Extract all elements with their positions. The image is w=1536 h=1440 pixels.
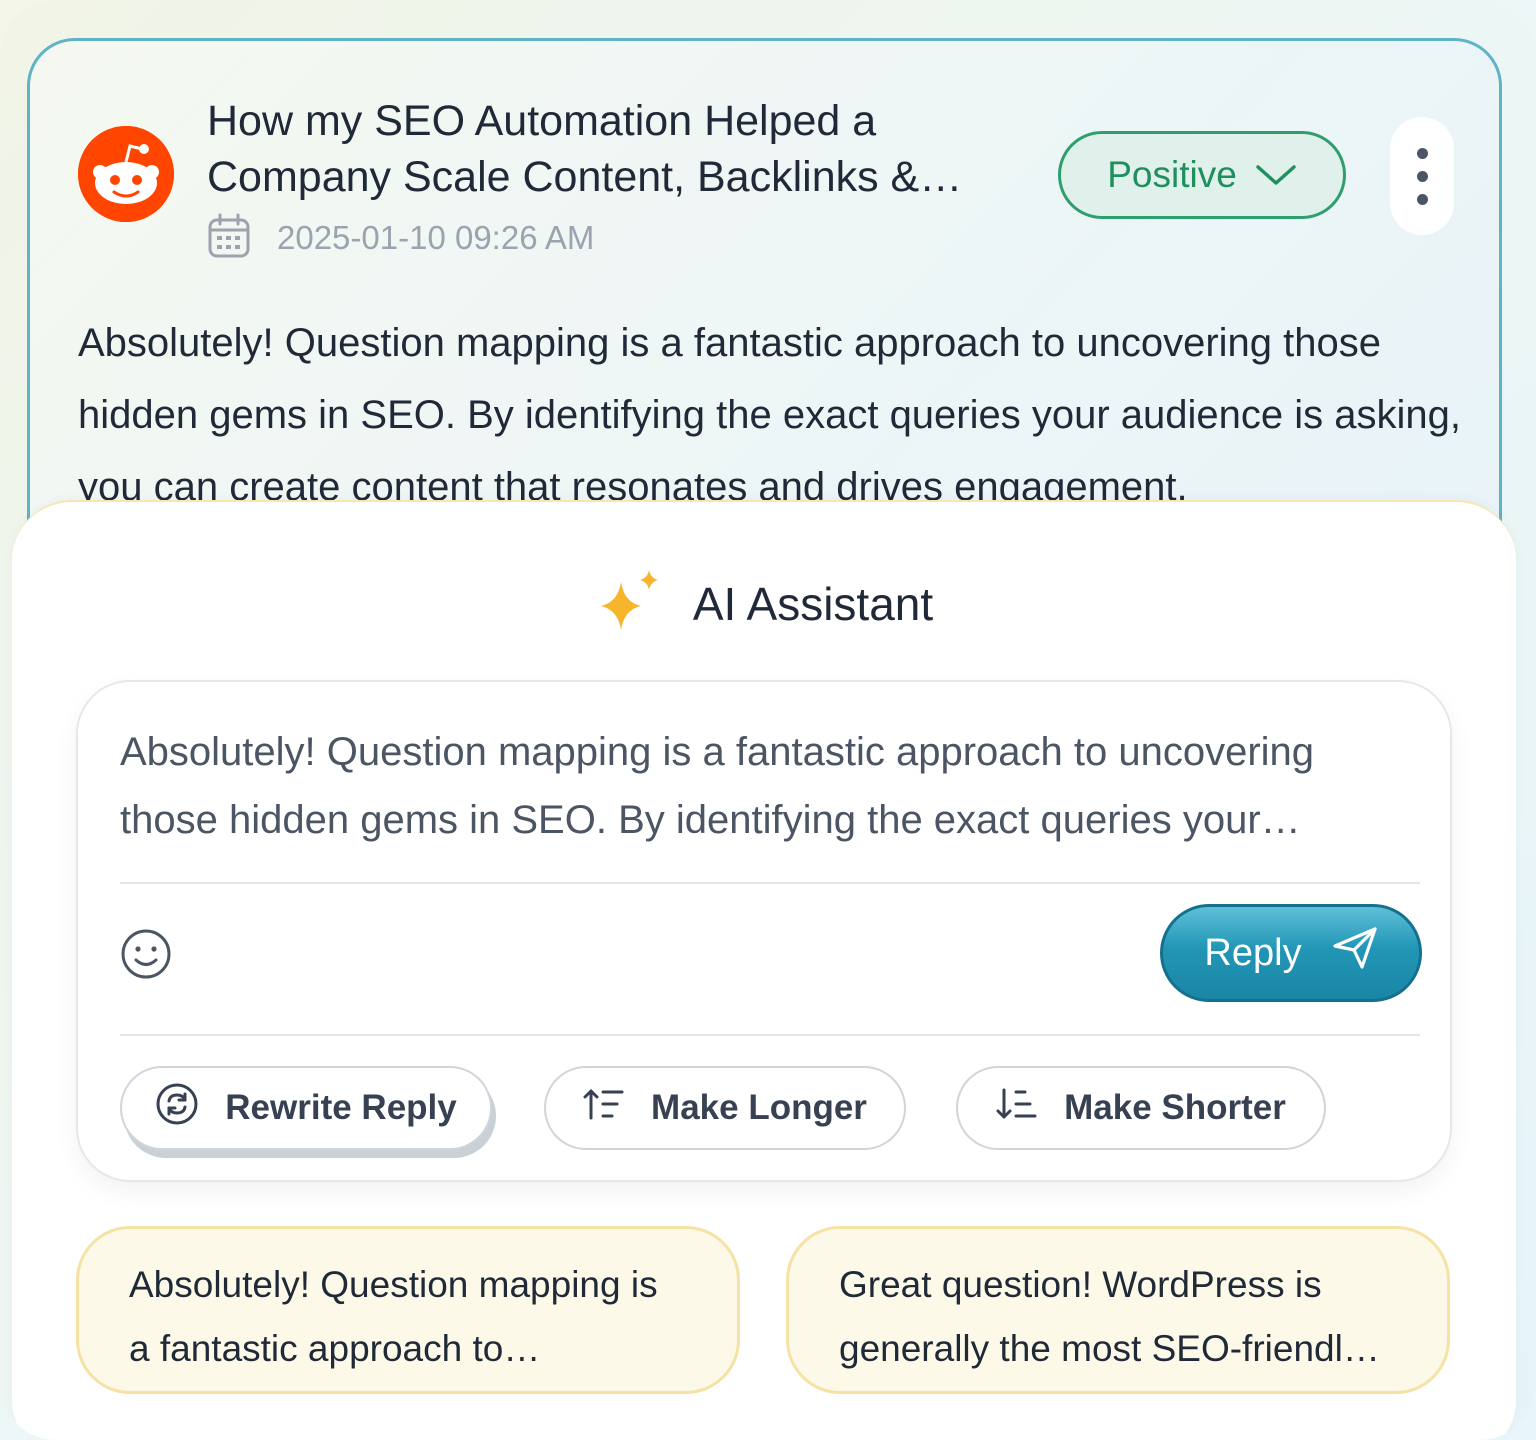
make-shorter-button[interactable]: Make Shorter — [956, 1066, 1326, 1150]
suggestion-text: Great question! WordPress is generally t… — [839, 1264, 1362, 1369]
post-date-row: 2025-01-10 09:26 AM — [207, 213, 594, 263]
more-dot — [1416, 170, 1428, 182]
divider — [120, 882, 1420, 884]
suggestion-card[interactable]: Great question! WordPress is generally t… — [786, 1226, 1450, 1394]
sentiment-dropdown[interactable]: Positive — [1058, 131, 1346, 219]
make-longer-label: Make Longer — [651, 1088, 867, 1127]
more-options-button[interactable] — [1390, 117, 1454, 235]
divider — [120, 1034, 1420, 1036]
rewrite-reply-button[interactable]: Rewrite Reply — [120, 1066, 492, 1150]
send-icon — [1332, 926, 1378, 980]
more-dot — [1416, 147, 1428, 159]
post-body: Absolutely! Question mapping is a fantas… — [78, 321, 1462, 509]
chevron-down-icon — [1255, 154, 1297, 196]
rewrite-icon — [155, 1082, 199, 1135]
sentiment-label: Positive — [1107, 154, 1237, 195]
rewrite-reply-label: Rewrite Reply — [225, 1088, 457, 1127]
app-frame: How my SEO Automation Helped a Company S… — [0, 0, 1536, 1440]
reply-editor: Absolutely! Question mapping is a fantas… — [76, 680, 1452, 1182]
suggestion-text: Absolutely! Question mapping is a fantas… — [129, 1264, 658, 1369]
sort-ascending-icon — [583, 1087, 625, 1130]
sort-descending-icon — [996, 1087, 1038, 1130]
reply-button-label: Reply — [1204, 931, 1302, 974]
ai-assistant-panel: AI Assistant Absolutely! Question mappin… — [12, 500, 1516, 1440]
ai-assistant-title: AI Assistant — [692, 578, 934, 630]
reply-textarea[interactable]: Absolutely! Question mapping is a fantas… — [120, 718, 1420, 854]
ai-assistant-header: AI Assistant — [12, 564, 1516, 644]
make-longer-button[interactable]: Make Longer — [544, 1066, 906, 1150]
more-dot — [1416, 193, 1428, 205]
reddit-icon — [78, 126, 174, 222]
post-date: 2025-01-10 09:26 AM — [277, 219, 595, 256]
calendar-icon — [207, 212, 251, 265]
make-shorter-label: Make Shorter — [1064, 1088, 1286, 1127]
emoji-icon[interactable] — [120, 928, 172, 980]
post-title[interactable]: How my SEO Automation Helped a Company S… — [207, 93, 1037, 205]
reply-button[interactable]: Reply — [1160, 904, 1422, 1002]
sparkle-icon — [595, 568, 663, 641]
suggestion-card[interactable]: Absolutely! Question mapping is a fantas… — [76, 1226, 740, 1394]
